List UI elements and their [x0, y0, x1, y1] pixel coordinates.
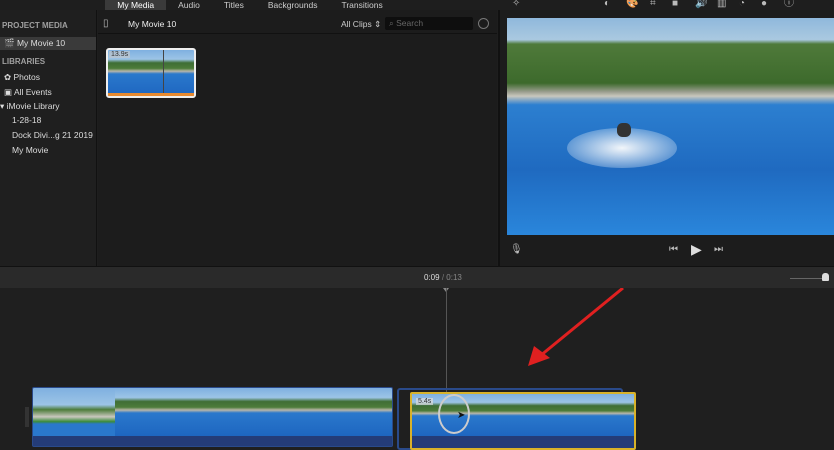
settings-icon[interactable]: [478, 18, 489, 29]
sidebar-item-imovie-library[interactable]: ▾ iMovie Library: [0, 100, 97, 113]
timeline: 5.4s ➤: [0, 288, 834, 450]
noise-reduction-icon[interactable]: ▥: [717, 0, 726, 10]
skip-forward-icon[interactable]: ⏭: [714, 244, 723, 256]
magic-wand-icon[interactable]: ✧: [512, 0, 520, 10]
media-tabs: My Media Audio Titles Backgrounds Transi…: [0, 0, 500, 10]
sidebar-toggle-icon[interactable]: ▯: [103, 18, 109, 30]
search-icon: ⌕: [389, 18, 394, 28]
volume-icon[interactable]: 🔊: [695, 0, 707, 10]
sidebar-item-my-movie-10[interactable]: 🎬 My Movie 10: [0, 37, 96, 50]
zoom-slider[interactable]: [790, 278, 824, 279]
timeline-clip-1[interactable]: [32, 387, 393, 447]
photos-icon: ✿: [4, 72, 12, 82]
adjustment-toolbar: ✧ ◐ 🎨 ⌗ ■ 🔊 ▥ ◔ ● ⓘ: [512, 0, 834, 12]
stabilization-icon[interactable]: ■: [672, 0, 678, 10]
clip-filter-icon[interactable]: ●: [761, 0, 767, 10]
skip-back-icon[interactable]: ⏮: [669, 244, 678, 256]
arrow-shaft: [539, 288, 624, 358]
timecode: 0:09 / 0:13: [424, 273, 462, 282]
timeline-clip-2-selected[interactable]: 5.4s ➤: [410, 392, 636, 450]
timeline-start-handle: [25, 407, 29, 427]
tab-backgrounds[interactable]: Backgrounds: [256, 0, 330, 10]
color-balance-icon[interactable]: ◐: [604, 0, 610, 10]
microphone-icon[interactable]: 🎙: [510, 244, 523, 256]
media-clip[interactable]: 13.9s: [106, 48, 196, 98]
search-input[interactable]: ⌕ Search: [385, 17, 473, 30]
tab-my-media[interactable]: My Media: [105, 0, 167, 10]
clip-thumbnail: [197, 388, 279, 436]
clip-thumbnail: [33, 388, 115, 436]
used-range-bar: [108, 93, 194, 96]
speed-icon[interactable]: ◔: [739, 0, 745, 10]
tab-titles[interactable]: Titles: [212, 0, 256, 10]
skimmer-line: [163, 50, 164, 96]
sidebar-event[interactable]: 1-28-18: [0, 114, 97, 127]
info-icon[interactable]: ⓘ: [784, 0, 794, 10]
timeline-toolbar: 0:09 / 0:13: [0, 266, 834, 288]
libraries-header: LIBRARIES: [2, 57, 46, 66]
dog: [617, 123, 631, 137]
clips-filter-select[interactable]: All Clips ⇕: [341, 19, 381, 30]
browser-toolbar: ▯ My Movie 10 All Clips ⇕ ⌕ Search: [98, 14, 497, 34]
annotation-arrow: [528, 288, 624, 366]
crop-icon[interactable]: ⌗: [650, 0, 656, 10]
clapper-icon: 🎬: [4, 38, 15, 48]
pointer-cursor-icon: ➤: [457, 410, 466, 421]
star-icon: ▣: [4, 87, 13, 97]
clip-duration: 5.4s: [416, 398, 434, 405]
project-media-header: PROJECT MEDIA: [2, 21, 68, 30]
play-button[interactable]: ▶: [691, 241, 702, 258]
color-correction-icon[interactable]: 🎨: [626, 0, 638, 10]
clip-thumbnail: [115, 388, 197, 436]
disclosure-icon[interactable]: ▾: [0, 101, 4, 111]
sidebar: PROJECT MEDIA 🎬 My Movie 10 LIBRARIES ✿ …: [0, 10, 97, 266]
sidebar-item-photos[interactable]: ✿ Photos: [0, 71, 97, 84]
clip-duration: 13.9s: [109, 51, 131, 58]
tab-transitions[interactable]: Transitions: [329, 0, 394, 10]
clip-thumbnail: [279, 388, 392, 436]
sidebar-event[interactable]: Dock Divi...g 21 2019: [0, 129, 97, 142]
video-preview: [507, 18, 834, 235]
sidebar-item-all-events[interactable]: ▣ All Events: [0, 86, 97, 99]
zoom-slider-thumb[interactable]: [822, 273, 829, 281]
sidebar-event[interactable]: My Movie: [0, 144, 97, 157]
browser-title: My Movie 10: [128, 19, 177, 29]
audio-waveform: [33, 438, 392, 446]
tab-audio[interactable]: Audio: [166, 0, 212, 10]
